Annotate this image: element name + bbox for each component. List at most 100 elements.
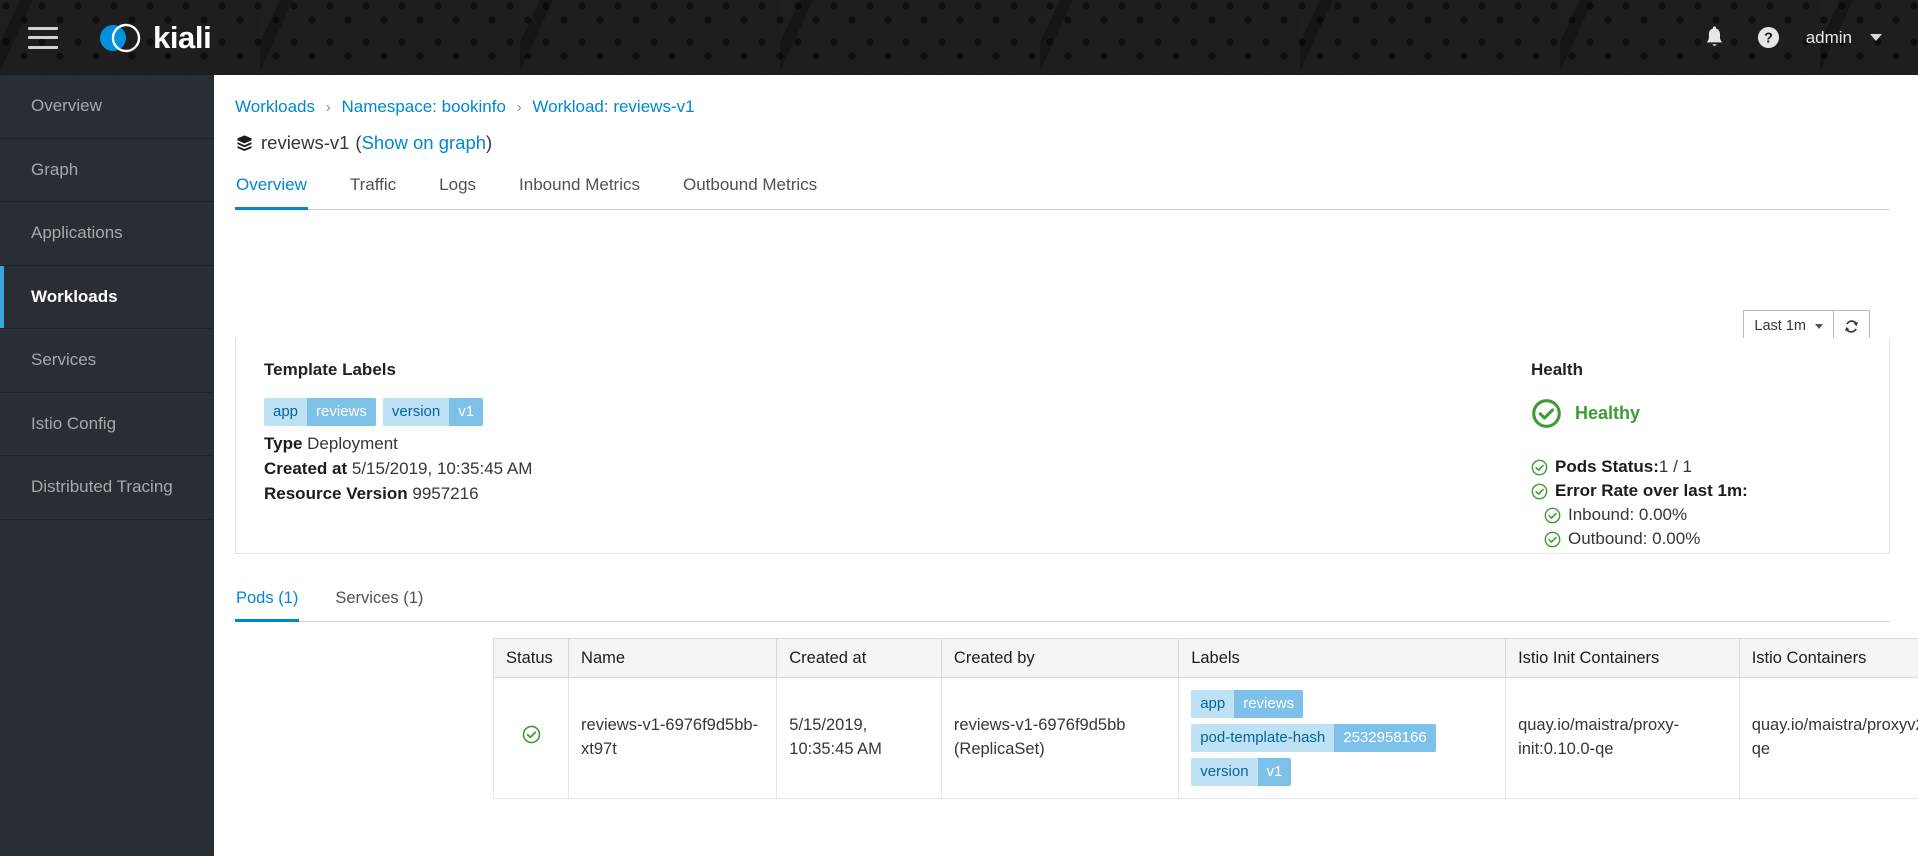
sidebar-item-label: Workloads [31,286,118,306]
breadcrumb-separator: › [516,99,522,116]
sub-tab-services[interactable]: Services (1) [334,585,424,622]
health-line-value: Outbound: 0.00% [1568,529,1701,549]
hamburger-bar [28,45,58,49]
main-content: Workloads › Namespace: bookinfo › Worklo… [214,75,1918,856]
template-labels-title: Template Labels [264,360,396,379]
breadcrumb-item-workloads[interactable]: Workloads [235,97,315,116]
brand-logo[interactable]: kiali [96,20,212,56]
sidebar-item-applications[interactable]: Applications [0,202,214,266]
pods-table-wrapper: Status Name Created at Created by Labels… [492,638,1918,799]
detail-key: Created at [264,458,348,478]
svg-text:?: ? [1764,31,1773,47]
masthead-right: ? admin [1688,0,1918,75]
label-badge[interactable]: app reviews [1191,690,1304,718]
column-header-istio-init-containers[interactable]: Istio Init Containers [1505,638,1740,678]
label-value: v1 [1257,758,1292,786]
label-value: reviews [1234,690,1304,718]
hamburger-icon[interactable] [28,26,58,49]
check-circle-icon [1531,483,1548,500]
table-header-row: Status Name Created at Created by Labels… [492,638,1918,678]
show-on-graph-link[interactable]: Show on graph [362,132,486,154]
sidebar-item-distributed-tracing[interactable]: Distributed Tracing [0,456,214,520]
column-header-status[interactable]: Status [492,638,570,678]
cell-created-at: 5/15/2019, 10:35:45 AM [776,677,942,799]
health-title: Health [1531,360,1583,379]
pods-table: Status Name Created at Created by Labels… [492,638,1918,799]
health-line-value: Inbound: 0.00% [1568,505,1688,525]
detail-key: Type [264,434,303,453]
breadcrumb-item-namespace[interactable]: Namespace: bookinfo [341,97,505,116]
tab-logs[interactable]: Logs [438,171,477,210]
health-error-rate: Error Rate over last 1m: [1531,479,1861,503]
column-header-labels[interactable]: Labels [1178,638,1507,678]
sub-tab-bar: Pods (1) Services (1) [235,585,1890,622]
check-circle-icon [1531,398,1562,429]
column-header-name[interactable]: Name [568,638,778,678]
cell-labels: app reviews pod-template-hash 2532958166… [1178,677,1507,799]
tab-outbound-metrics[interactable]: Outbound Metrics [682,171,818,210]
tab-bar: Overview Traffic Logs Inbound Metrics Ou… [235,171,1890,211]
template-labels-section: Template Labels app reviews version v1 T… [264,360,1264,553]
label-key: app [1191,690,1235,718]
health-outbound: Outbound: 0.00% [1531,527,1861,551]
label-badge[interactable]: pod-template-hash 2532958166 [1191,724,1436,752]
column-header-istio-containers[interactable]: Istio Containers [1739,638,1918,678]
chevron-down-icon [1815,323,1823,329]
workload-cube-icon [235,134,254,153]
user-menu[interactable]: admin [1796,28,1888,48]
detail-value: 5/15/2019, 10:35:45 AM [351,458,533,478]
tab-overview[interactable]: Overview [235,171,308,211]
check-circle-icon [1544,507,1561,524]
label-value: 2532958166 [1334,724,1436,752]
label-badge[interactable]: version v1 [1191,758,1292,786]
cell-istio-init-containers: quay.io/maistra/proxy-init:0.10.0-qe [1505,677,1740,799]
label-badge[interactable]: version v1 [382,398,484,426]
sidebar-item-istio-config[interactable]: Istio Config [0,393,214,456]
health-status-text: Healthy [1575,403,1641,423]
check-circle-icon [1531,459,1548,476]
health-pods-status: Pods Status: 1 / 1 [1531,455,1861,479]
masthead: kiali ? admin [0,0,1918,75]
column-header-created-by[interactable]: Created by [941,638,1180,678]
label-value: v1 [449,398,484,426]
sidebar-item-label: Graph [31,159,79,179]
sidebar-item-label: Istio Config [31,413,117,433]
health-inbound: Inbound: 0.00% [1531,503,1861,527]
detail-type: Type Deployment [264,432,1264,457]
cell-status [492,677,570,799]
label-key: app [264,398,308,426]
health-summary: Healthy [1531,398,1861,429]
bell-icon[interactable] [1688,0,1742,75]
page-title-paren-close: ) [486,132,493,154]
sidebar-item-label: Applications [31,223,123,243]
tab-inbound-metrics[interactable]: Inbound Metrics [518,171,641,210]
label-badge[interactable]: app reviews [264,398,376,426]
template-labels-badges: app reviews version v1 [264,398,1264,426]
page-title: reviews-v1 ( Show on graph ) [214,117,1918,154]
breadcrumb-item-workload[interactable]: Workload: reviews-v1 [532,97,694,116]
user-name: admin [1805,27,1852,47]
help-circle-icon[interactable]: ? [1742,0,1796,75]
cell-name: reviews-v1-6976f9d5bb-xt97t [568,677,778,799]
health-line-value: 1 / 1 [1658,457,1692,476]
sidebar: Overview Graph Applications Workloads Se… [0,75,214,856]
sidebar-item-label: Overview [31,96,102,116]
hamburger-bar [28,36,58,39]
column-header-created-at[interactable]: Created at [776,638,942,678]
check-circle-icon [1544,531,1561,548]
sub-tab-pods[interactable]: Pods (1) [235,585,300,622]
sidebar-item-overview[interactable]: Overview [0,75,214,139]
detail-value: Deployment [307,434,398,453]
health-section: Health Healthy Pods Status: 1 / 1 Error … [1531,360,1861,553]
hamburger-bar [28,26,58,30]
label-key: pod-template-hash [1191,724,1335,752]
sidebar-item-graph[interactable]: Graph [0,139,214,202]
breadcrumb: Workloads › Namespace: bookinfo › Worklo… [214,75,1918,117]
label-key: version [382,398,450,426]
tab-traffic[interactable]: Traffic [349,171,397,210]
masthead-left: kiali [0,20,212,56]
sidebar-item-services[interactable]: Services [0,329,214,393]
chevron-down-icon [1870,34,1882,41]
sidebar-item-workloads[interactable]: Workloads [0,265,214,329]
health-line-label: Error Rate over last 1m: [1555,481,1748,501]
